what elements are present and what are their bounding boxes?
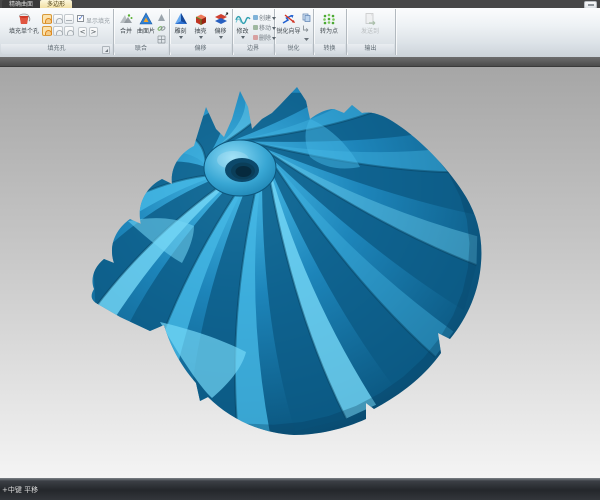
small-caret-icon bbox=[302, 35, 311, 44]
group-label-convert: 转换 bbox=[314, 44, 345, 54]
fill-type-bridge-toggle[interactable] bbox=[64, 26, 74, 36]
pages-icon bbox=[302, 13, 311, 22]
show-fill-checkbox[interactable] bbox=[77, 15, 84, 22]
fill-shape-tangent-toggle[interactable] bbox=[53, 14, 63, 24]
status-bar: +中键 平移 bbox=[0, 478, 600, 500]
group-label-boundary: 边界 bbox=[233, 44, 273, 54]
merge-button[interactable]: 合并 bbox=[115, 11, 137, 35]
next-hole-button[interactable]: > bbox=[89, 27, 98, 37]
tab-exact-surfaces[interactable]: 精确曲面 bbox=[2, 0, 40, 8]
fill-shape-curvature-toggle[interactable] bbox=[42, 14, 52, 24]
group-convert: 转为点 转换 bbox=[313, 9, 347, 55]
wave-icon bbox=[235, 11, 251, 27]
send-to-icon bbox=[362, 11, 378, 27]
fill-single-hole-label: 填充单个孔 bbox=[9, 28, 39, 35]
create-boundary-button[interactable]: 创建 bbox=[253, 13, 276, 22]
shell-dropdown-caret[interactable] bbox=[199, 36, 203, 39]
merge-icon bbox=[118, 11, 134, 27]
surface-patch-button[interactable]: 曲面片 bbox=[136, 11, 156, 35]
ribbon-tab-bar: 精确曲面 多边形 bbox=[0, 0, 600, 8]
fill-shape-flat-toggle[interactable] bbox=[64, 14, 74, 24]
sharpen-extra-button-2[interactable] bbox=[301, 23, 312, 33]
group-label-fill-holes: 填充孔 bbox=[1, 44, 112, 54]
move-boundary-icon bbox=[253, 25, 258, 30]
status-hint: +中键 平移 bbox=[2, 485, 38, 495]
modify-boundary-caret[interactable] bbox=[241, 36, 245, 39]
convert-to-points-label: 转为点 bbox=[320, 28, 338, 35]
delete-boundary-button[interactable]: 删除 bbox=[253, 33, 276, 42]
group-label-combine: 联合 bbox=[114, 44, 168, 54]
previous-hole-button[interactable]: < bbox=[78, 27, 87, 37]
group-label-output: 输出 bbox=[347, 44, 394, 54]
fill-type-partial-toggle[interactable] bbox=[53, 26, 63, 36]
group-sharpen: 锐化向导 锐化 bbox=[274, 9, 314, 55]
sharpen-wizard-icon bbox=[281, 11, 297, 27]
offset-button[interactable]: 偏移 bbox=[211, 11, 230, 39]
corner-arrow-icon bbox=[302, 24, 311, 33]
offset-icon bbox=[213, 11, 229, 27]
mesh-grid-icon bbox=[157, 35, 166, 44]
offset-dropdown-caret[interactable] bbox=[219, 36, 223, 39]
group-offset: 雕刻 抽壳 偏移 bbox=[169, 9, 233, 55]
surface-patch-icon bbox=[138, 11, 154, 27]
small-triangle-icon bbox=[157, 13, 166, 22]
sculpt-icon bbox=[173, 11, 189, 27]
sharpen-wizard-button[interactable]: 锐化向导 bbox=[275, 11, 302, 35]
combine-extra-button-2[interactable] bbox=[156, 23, 167, 33]
ribbon: 填充 填充单个孔 显示填充 < > 填充孔 bbox=[0, 8, 600, 57]
fill-single-hole-icon bbox=[16, 11, 32, 27]
sculpt-button[interactable]: 雕刻 bbox=[171, 11, 190, 39]
delete-boundary-icon bbox=[253, 35, 258, 40]
combine-extra-button-1[interactable] bbox=[156, 12, 167, 22]
modify-boundary-button[interactable]: 修改 bbox=[233, 11, 252, 39]
sharpen-extra-button-1[interactable] bbox=[301, 12, 312, 22]
offset-label: 偏移 bbox=[214, 28, 226, 35]
shell-label: 抽壳 bbox=[194, 28, 206, 35]
shell-button[interactable]: 抽壳 bbox=[191, 11, 210, 39]
show-fill-label: 显示填充 bbox=[86, 16, 110, 25]
group-label-sharpen: 锐化 bbox=[275, 44, 312, 54]
group-output: 发送到 输出 bbox=[346, 9, 396, 55]
fill-single-hole-button[interactable]: 填充单个孔 bbox=[6, 11, 42, 35]
create-boundary-icon bbox=[253, 15, 258, 20]
group-fill-holes: 填充 填充单个孔 显示填充 < > 填充孔 bbox=[0, 9, 114, 55]
sculpt-label: 雕刻 bbox=[174, 28, 186, 35]
fill-holes-dialog-launcher[interactable] bbox=[102, 46, 110, 54]
sculpt-dropdown-caret[interactable] bbox=[179, 36, 183, 39]
merge-label: 合并 bbox=[120, 28, 132, 35]
move-boundary-button[interactable]: 移动 bbox=[253, 23, 276, 32]
impeller-mesh-model[interactable] bbox=[0, 67, 600, 478]
ribbon-bottom-divider bbox=[0, 57, 600, 67]
sharpen-wizard-label: 锐化向导 bbox=[276, 28, 300, 35]
shell-icon bbox=[193, 11, 209, 27]
combine-extra-button-3[interactable] bbox=[156, 34, 167, 44]
geomagic-window: 精确曲面 多边形 填充 bbox=[0, 0, 600, 500]
link-icon bbox=[157, 24, 166, 33]
send-to-label: 发送到 bbox=[361, 28, 379, 35]
fill-type-complete-toggle[interactable] bbox=[42, 26, 52, 36]
send-to-button[interactable]: 发送到 bbox=[355, 11, 385, 35]
viewport-3d[interactable] bbox=[0, 67, 600, 478]
surface-patch-label: 曲面片 bbox=[137, 28, 155, 35]
points-grid-icon bbox=[321, 11, 337, 27]
group-boundary: 修改 创建 移动 删除 边界 bbox=[232, 9, 275, 55]
convert-to-points-button[interactable]: 转为点 bbox=[316, 11, 342, 35]
modify-boundary-label: 修改 bbox=[236, 28, 248, 35]
group-label-offset: 偏移 bbox=[170, 44, 231, 54]
tab-polygons[interactable]: 多边形 bbox=[40, 0, 72, 8]
group-combine: 合并 曲面片 bbox=[113, 9, 170, 55]
sharpen-extra-button-3[interactable] bbox=[301, 34, 312, 44]
